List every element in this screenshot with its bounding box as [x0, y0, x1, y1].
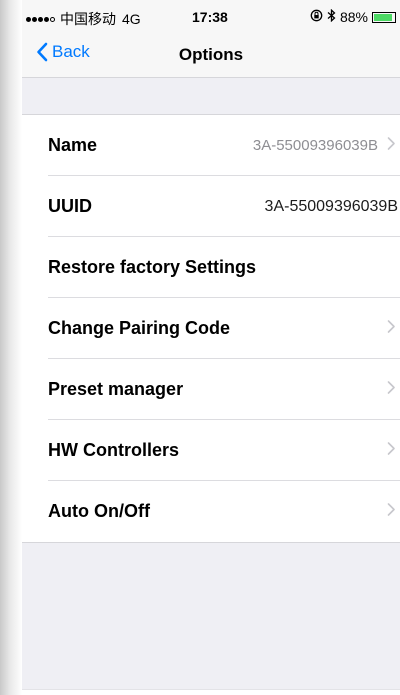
signal-dot-empty — [50, 16, 55, 22]
chevron-right-icon — [387, 136, 396, 155]
network-type: 4G — [122, 11, 141, 27]
signal-dot — [44, 16, 49, 22]
signal-dot — [26, 16, 31, 22]
chevron-right-icon — [387, 502, 396, 521]
battery-percent: 88% — [339, 9, 368, 25]
signal-dots-icon — [26, 16, 56, 22]
option-label: Change Pairing Code — [48, 318, 231, 338]
chevron-right-icon — [387, 380, 396, 399]
option-row-change-pairing-code[interactable]: Change Pairing Code — [22, 298, 400, 359]
chevron-right-icon — [387, 441, 396, 460]
status-right: 88% — [306, 8, 396, 25]
bottom-divider — [22, 689, 400, 690]
navigation-bar: Back Options — [22, 32, 400, 78]
options-list: Name 3A-55009396039B UUID 3A-55009396039B Re… — [22, 114, 400, 543]
signal-dot — [38, 16, 43, 22]
screenshot-canvas: 中国移动 4G 17:38 88% Back Options Name 3A-5… — [0, 0, 400, 695]
option-value: 3A-55009396039B — [252, 137, 378, 154]
option-label: Preset manager — [48, 379, 184, 399]
option-label: UUID — [48, 196, 92, 216]
option-row-restore-factory-settings[interactable]: Restore factory Settings — [22, 237, 400, 298]
chevron-right-icon — [387, 319, 396, 338]
option-row-name[interactable]: Name 3A-55009396039B — [22, 115, 400, 176]
phone-screen: 中国移动 4G 17:38 88% Back Options Name 3A-5… — [22, 0, 400, 690]
signal-dot — [32, 16, 37, 22]
left-shadow — [0, 0, 22, 695]
option-row-preset-manager[interactable]: Preset manager — [22, 359, 400, 420]
battery-fill — [374, 13, 392, 21]
option-value: 3A-55009396039B — [264, 197, 398, 215]
page-title: Options — [178, 45, 244, 64]
status-bar: 中国移动 4G 17:38 88% — [22, 0, 400, 32]
rotation-lock-icon — [310, 9, 323, 25]
option-row-uuid[interactable]: UUID 3A-55009396039B — [22, 176, 400, 237]
option-row-auto-on-off[interactable]: Auto On/Off — [22, 481, 400, 542]
status-left: 中国移动 4G — [26, 9, 141, 29]
carrier-name: 中国移动 — [60, 11, 116, 27]
status-time: 17:38 — [192, 9, 228, 25]
option-label: Name — [48, 135, 98, 155]
bluetooth-icon — [327, 8, 336, 25]
option-label: Auto On/Off — [48, 501, 150, 521]
option-label: Restore factory Settings — [48, 257, 257, 277]
option-row-hw-controllers[interactable]: HW Controllers — [22, 420, 400, 481]
battery-icon — [372, 11, 396, 23]
option-label: HW Controllers — [48, 440, 180, 460]
